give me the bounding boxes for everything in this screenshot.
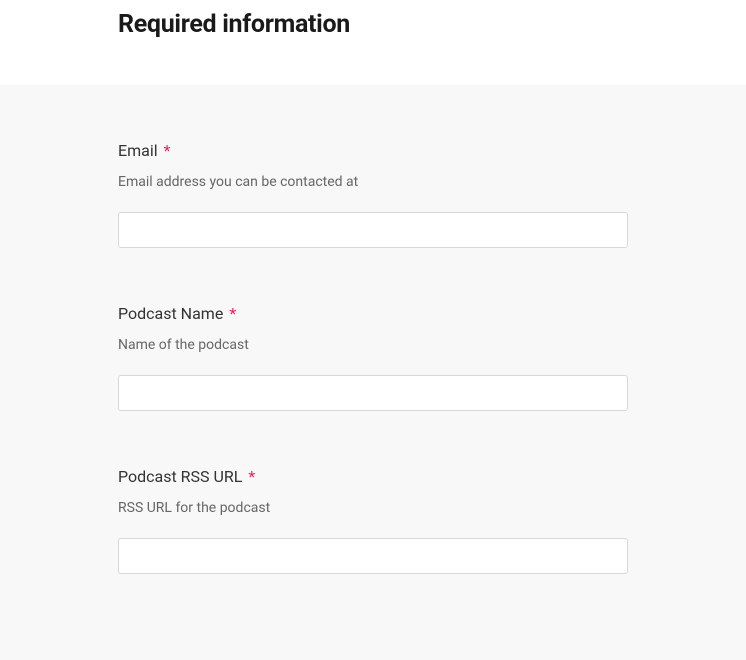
podcast-name-label: Podcast Name [118, 304, 223, 323]
podcast-name-input[interactable] [118, 375, 628, 411]
email-description: Email address you can be contacted at [118, 174, 628, 190]
podcast-rss-url-description: RSS URL for the podcast [118, 500, 628, 516]
required-asterisk-icon: * [248, 467, 255, 486]
required-asterisk-icon: * [164, 141, 171, 160]
form-field-email: Email * Email address you can be contact… [118, 141, 628, 248]
field-label-row: Podcast Name * [118, 304, 628, 323]
header-section: Required information [0, 0, 746, 85]
form-section: Email * Email address you can be contact… [0, 85, 746, 660]
field-label-row: Podcast RSS URL * [118, 467, 628, 486]
required-asterisk-icon: * [229, 304, 236, 323]
form-field-podcast-name: Podcast Name * Name of the podcast [118, 304, 628, 411]
podcast-rss-url-input[interactable] [118, 538, 628, 574]
form-field-podcast-rss-url: Podcast RSS URL * RSS URL for the podcas… [118, 467, 628, 574]
podcast-rss-url-label: Podcast RSS URL [118, 467, 242, 486]
field-label-row: Email * [118, 141, 628, 160]
email-label: Email [118, 141, 158, 160]
page-title: Required information [118, 10, 628, 39]
podcast-name-description: Name of the podcast [118, 337, 628, 353]
email-input[interactable] [118, 212, 628, 248]
